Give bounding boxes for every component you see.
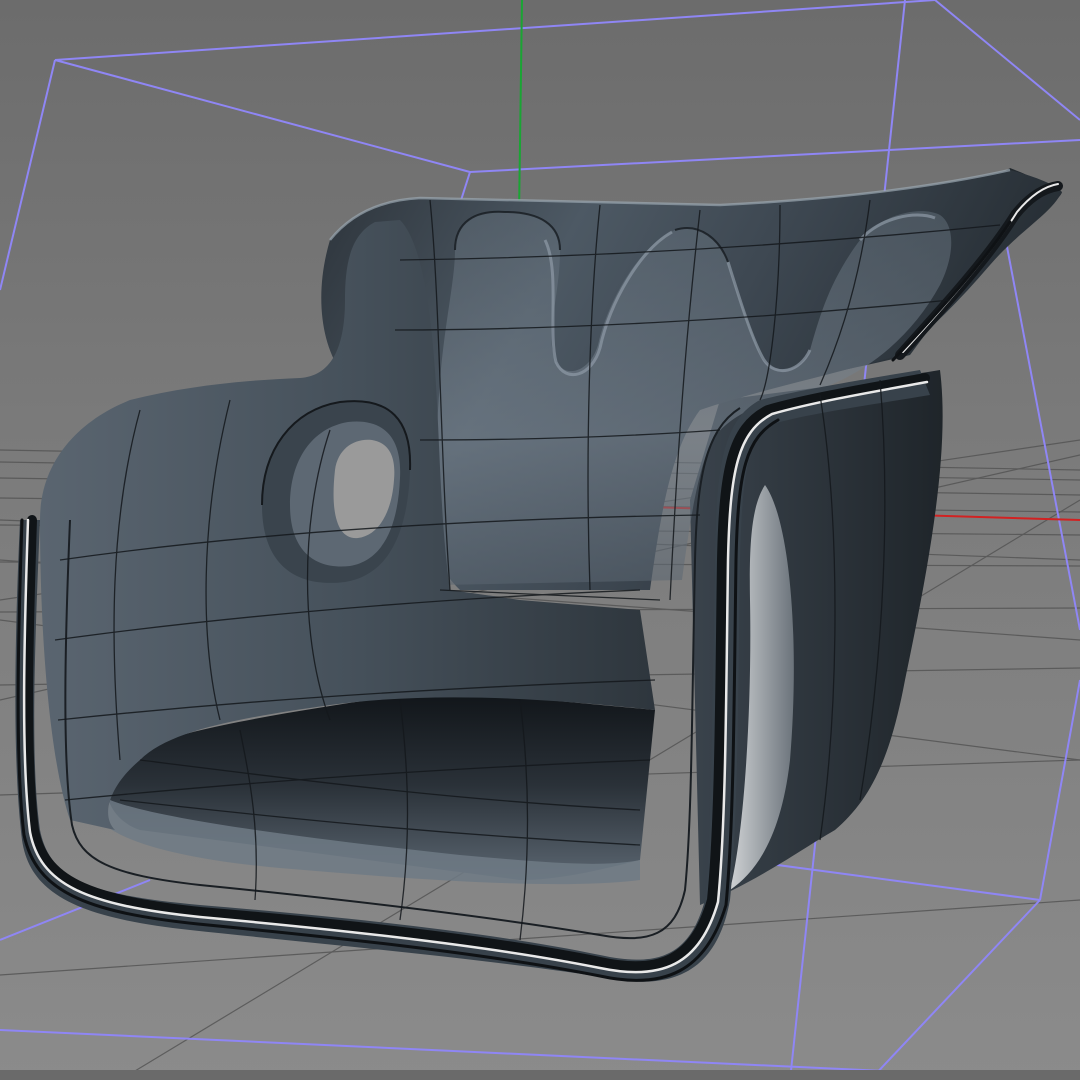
viewport-bottom-border [0,1070,1080,1080]
viewport-canvas[interactable] [0,0,1080,1080]
3d-viewport[interactable] [0,0,1080,1080]
